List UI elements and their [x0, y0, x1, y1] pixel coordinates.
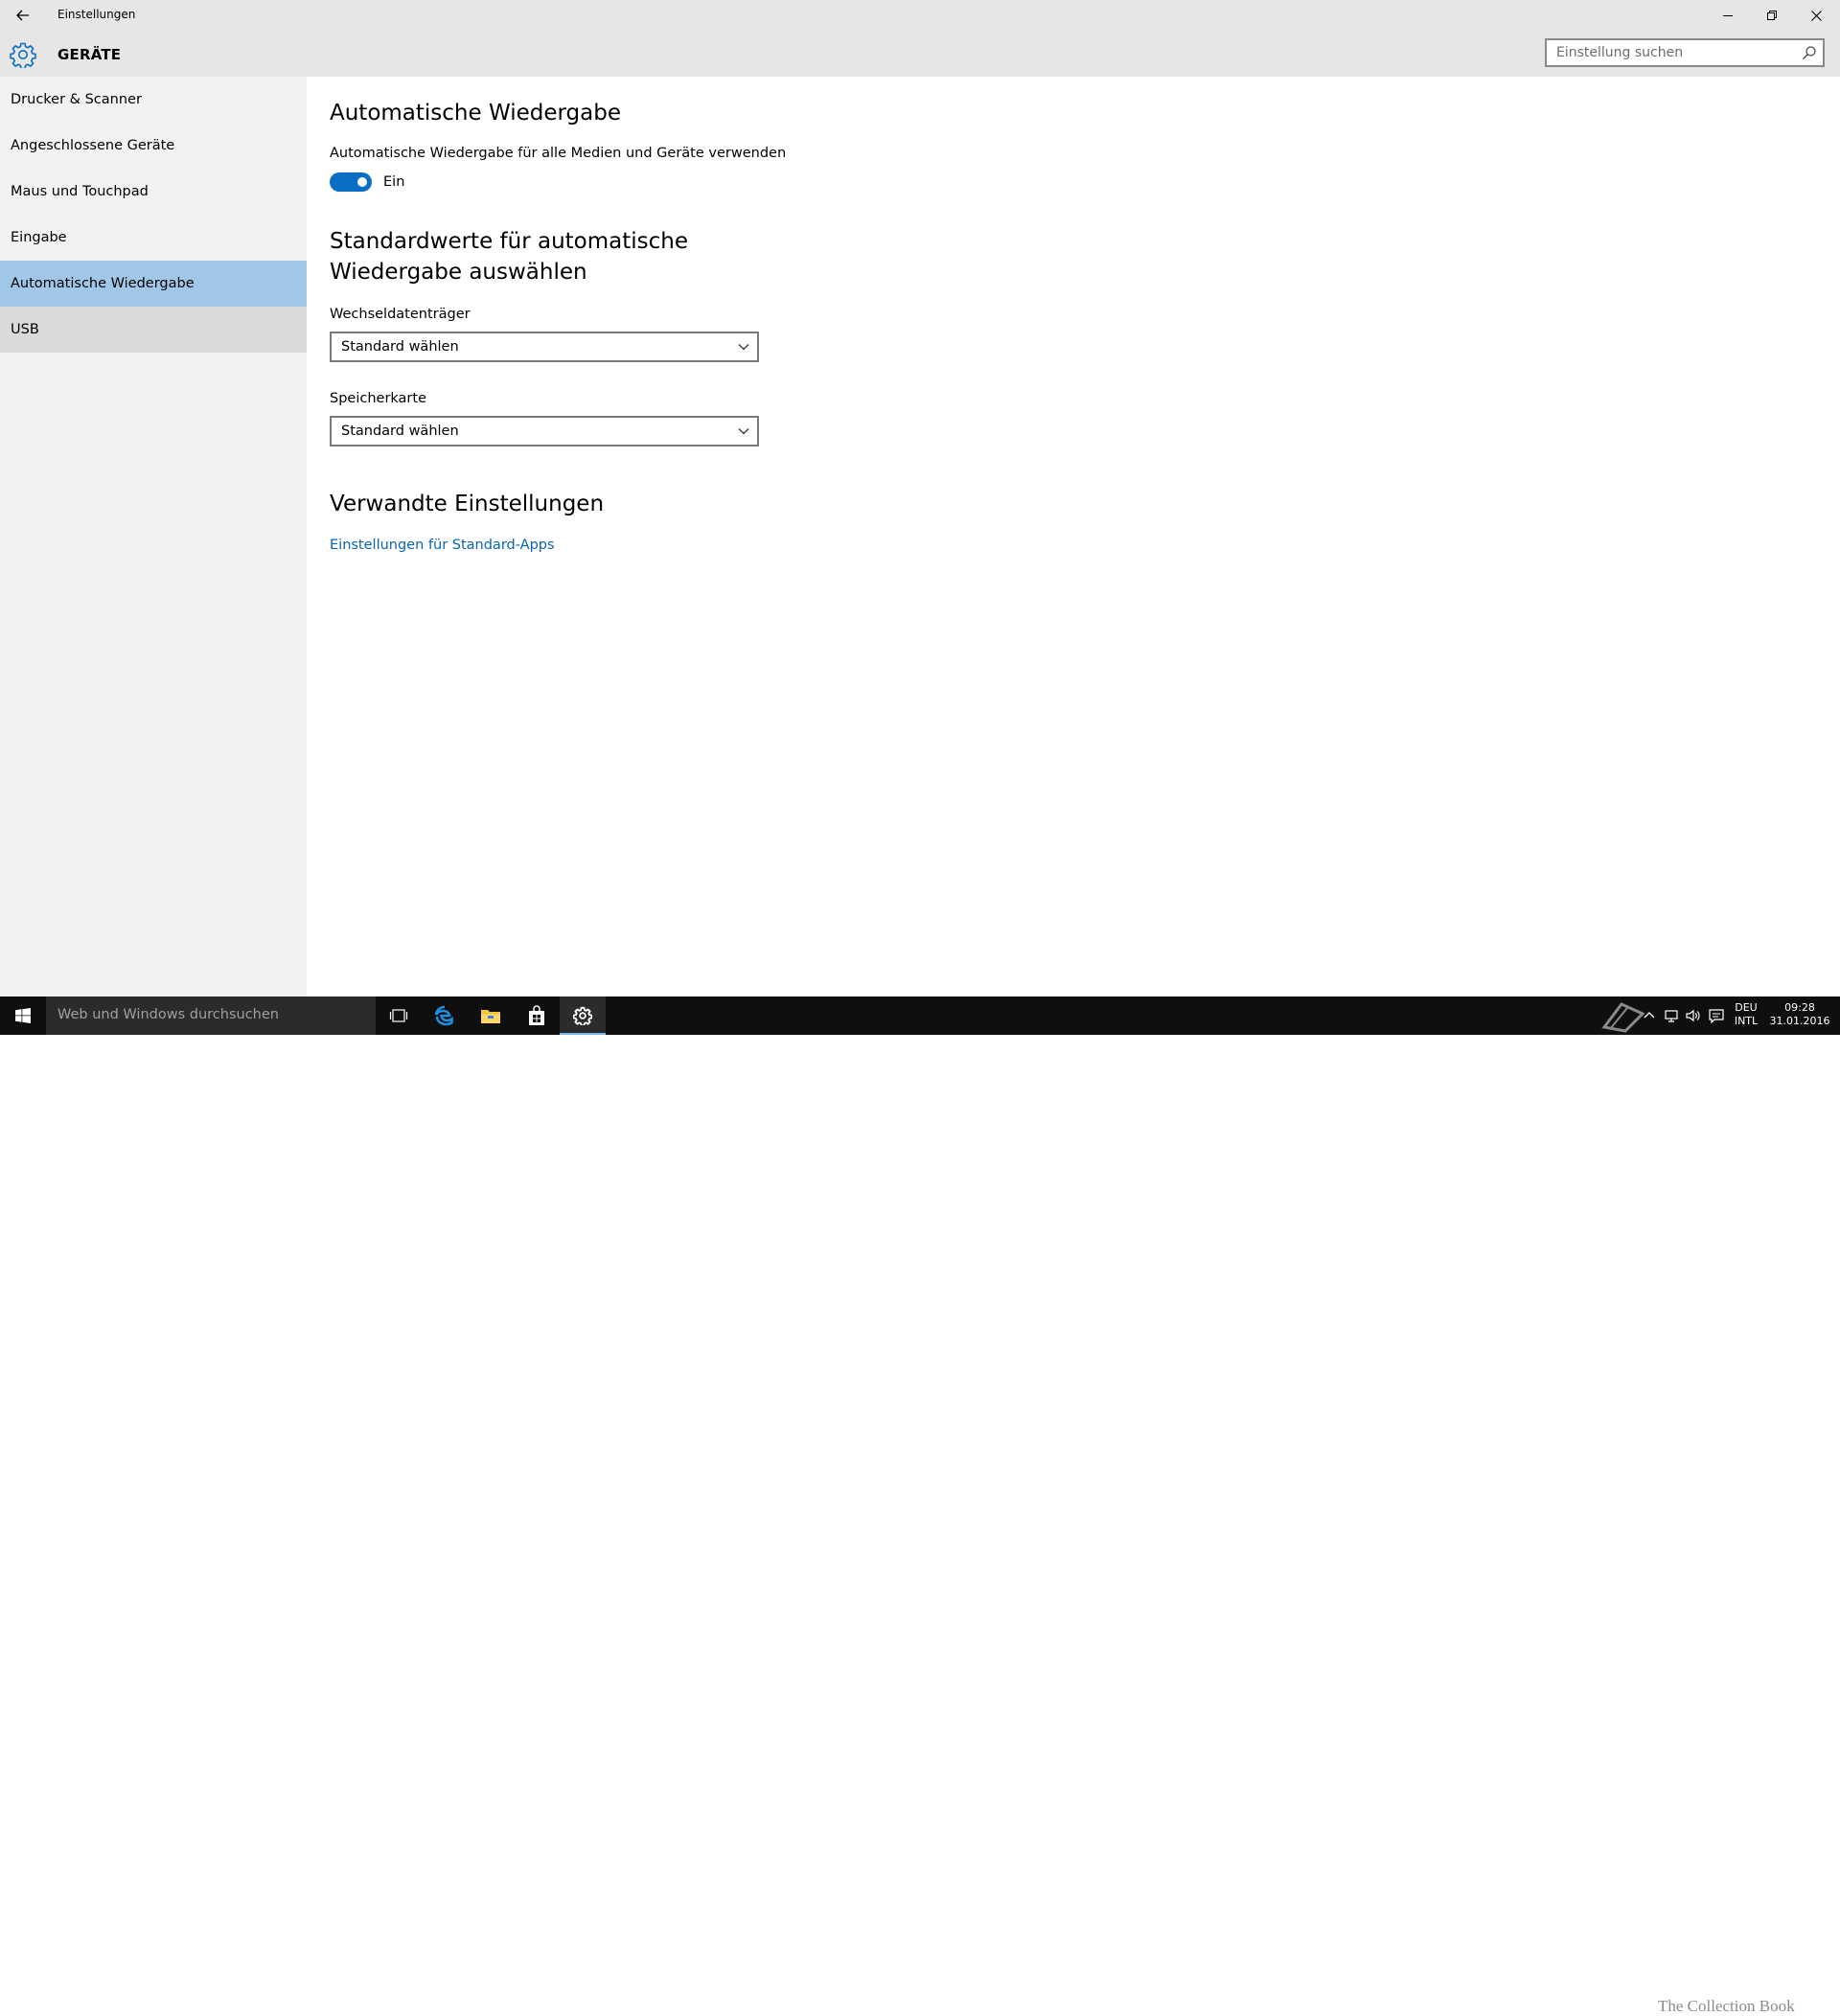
toggle-knob [357, 177, 367, 187]
removable-drive-label: Wechseldatenträger [330, 307, 471, 322]
task-view-icon [389, 1009, 408, 1022]
minimize-button[interactable] [1706, 0, 1750, 31]
taskbar-search-placeholder: Web und Windows durchsuchen [58, 1007, 279, 1022]
restore-icon [1767, 11, 1777, 20]
sidebar: Drucker & Scanner Angeschlossene Geräte … [0, 77, 307, 997]
action-center-icon[interactable] [1708, 1007, 1725, 1024]
settings-taskbar-button[interactable] [560, 997, 606, 1035]
main-content: Automatische Wiedergabe Automatische Wie… [307, 77, 1840, 997]
settings-search-box[interactable] [1545, 38, 1825, 67]
settings-search-input[interactable] [1547, 40, 1796, 65]
page-title: Automatische Wiedergabe [330, 101, 621, 126]
autoplay-toggle[interactable] [330, 172, 372, 192]
chevron-down-icon [738, 344, 749, 351]
sidebar-item-label: Maus und Touchpad [11, 184, 149, 199]
title-bar: Einstellungen [0, 0, 1840, 31]
clock[interactable]: 09:28 31.01.2016 [1765, 1001, 1834, 1028]
taskbar: Web und Windows durchsuchen The Collecti… [0, 997, 1840, 2015]
sidebar-item-usb[interactable]: USB [0, 307, 307, 353]
minimize-icon [1723, 15, 1733, 16]
autoplay-toggle-state: Ein [383, 174, 405, 190]
taskbar-search-box[interactable]: Web und Windows durchsuchen [46, 997, 376, 1035]
back-arrow-icon [16, 10, 29, 21]
section-title: GERÄTE [58, 46, 122, 63]
close-button[interactable] [1794, 0, 1838, 31]
restore-button[interactable] [1750, 0, 1794, 31]
windows-logo-icon [15, 1008, 31, 1023]
sidebar-item-label: Eingabe [11, 230, 67, 245]
removable-drive-value: Standard wählen [341, 339, 459, 355]
sidebar-item-label: USB [11, 322, 39, 337]
back-button[interactable] [10, 4, 36, 27]
search-icon[interactable] [1802, 45, 1817, 60]
autoplay-toggle-description: Automatische Wiedergabe für alle Medien … [330, 146, 787, 161]
clock-date: 31.01.2016 [1769, 1015, 1830, 1027]
default-apps-link[interactable]: Einstellungen für Standard-Apps [330, 538, 555, 553]
volume-icon[interactable] [1685, 1007, 1702, 1024]
related-settings-heading: Verwandte Einstellungen [330, 492, 605, 516]
settings-header: GERÄTE [0, 31, 1840, 77]
close-icon [1810, 10, 1822, 21]
input-language-indicator[interactable]: DEU INTL [1731, 1001, 1761, 1028]
removable-drive-dropdown[interactable]: Standard wählen [330, 332, 759, 362]
store-bag-icon [529, 1005, 544, 1025]
sidebar-item-autoplay[interactable]: Automatische Wiedergabe [0, 261, 307, 307]
settings-gear-icon [573, 1006, 592, 1025]
show-hidden-icons-icon[interactable] [1641, 1007, 1658, 1024]
edge-button[interactable] [422, 997, 468, 1035]
language-code: DEU [1735, 1001, 1758, 1014]
window-title: Einstellungen [58, 8, 136, 21]
memory-card-value: Standard wählen [341, 424, 459, 439]
network-icon[interactable] [1664, 1007, 1681, 1024]
chevron-down-icon [738, 428, 749, 435]
task-view-button[interactable] [376, 997, 422, 1035]
gear-icon [10, 41, 36, 70]
folder-icon [481, 1010, 500, 1023]
memory-card-label: Speicherkarte [330, 391, 426, 406]
defaults-heading-line1: Standardwerte für automatische [330, 229, 688, 254]
sidebar-item-mouse-touchpad[interactable]: Maus und Touchpad [0, 169, 307, 215]
sidebar-item-label: Drucker & Scanner [11, 92, 142, 107]
store-button[interactable] [514, 997, 560, 1035]
file-explorer-button[interactable] [468, 997, 514, 1035]
sidebar-item-typing[interactable]: Eingabe [0, 215, 307, 261]
sidebar-item-printers-scanners[interactable]: Drucker & Scanner [0, 77, 307, 123]
defaults-heading-line2: Wiedergabe auswählen [330, 260, 587, 285]
watermark-text: The Collection Book [1658, 1997, 1795, 2015]
start-button[interactable] [0, 997, 46, 1035]
memory-card-dropdown[interactable]: Standard wählen [330, 416, 759, 447]
sidebar-item-label: Automatische Wiedergabe [11, 276, 195, 291]
clock-time: 09:28 [1784, 1001, 1815, 1014]
edge-browser-icon [434, 1005, 453, 1026]
sidebar-item-label: Angeschlossene Geräte [11, 138, 175, 153]
keyboard-layout: INTL [1734, 1015, 1759, 1027]
sidebar-item-connected-devices[interactable]: Angeschlossene Geräte [0, 123, 307, 169]
